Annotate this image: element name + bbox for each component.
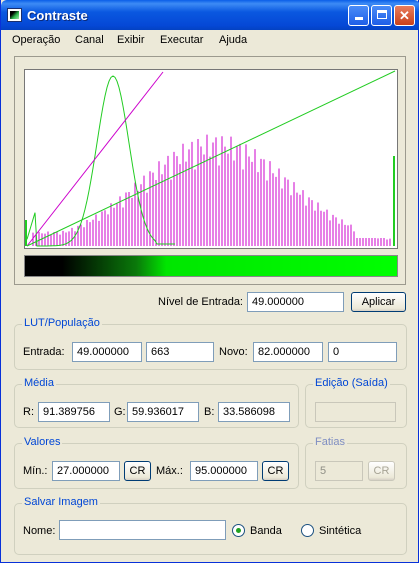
fatias-cr-button[interactable]: CR <box>368 461 395 481</box>
histogram-panel <box>14 56 406 285</box>
histogram-canvas <box>25 70 396 247</box>
lut-entrada-field[interactable]: 49.000000 <box>72 342 142 362</box>
sintetica-radio[interactable] <box>301 524 314 537</box>
histogram-plot[interactable] <box>24 69 398 249</box>
valores-max-label: Máx.: <box>156 465 183 477</box>
close-icon: ✕ <box>399 8 410 23</box>
media-title: Média <box>22 377 56 389</box>
minimize-icon <box>354 17 363 20</box>
valores-min-cr-button[interactable]: CR <box>124 461 151 481</box>
sintetica-label: Sintética <box>319 525 362 537</box>
menu-operacao[interactable]: Operação <box>12 34 60 46</box>
app-icon <box>7 8 22 22</box>
lut-entrada-label: Entrada: <box>23 346 65 358</box>
histogram-bars <box>32 134 391 246</box>
nivel-entrada-field[interactable]: 49.000000 <box>247 292 344 312</box>
media-r-label: R: <box>23 406 34 418</box>
media-b-label: B: <box>204 406 215 418</box>
contraste-window: Contraste ✕ Operação Canal Exibir Execut… <box>0 0 419 563</box>
banda-radio[interactable] <box>232 524 245 537</box>
media-g-label: G: <box>114 406 126 418</box>
lut-novo-count-field[interactable]: 0 <box>328 342 397 362</box>
fatias-field[interactable]: 5 <box>315 461 363 481</box>
edicao-field[interactable] <box>315 402 396 422</box>
valores-title: Valores <box>22 436 63 448</box>
menu-bar: Operação Canal Exibir Executar Ajuda <box>1 30 419 50</box>
valores-max-field[interactable]: 95.000000 <box>190 461 258 481</box>
maximize-button[interactable] <box>371 5 392 26</box>
menu-exibir[interactable]: Exibir <box>117 34 145 46</box>
window-title: Contraste <box>27 8 88 23</box>
salvar-nome-field[interactable] <box>59 520 226 540</box>
lut-populacao-title: LUT/População <box>22 317 102 329</box>
valores-min-field[interactable]: 27.000000 <box>52 461 120 481</box>
close-button[interactable]: ✕ <box>394 5 415 26</box>
maximize-icon <box>376 10 387 19</box>
fatias-title: Fatias <box>313 436 347 448</box>
lut-novo-label: Novo: <box>219 346 248 358</box>
minimize-button[interactable] <box>348 5 369 26</box>
title-bar[interactable]: Contraste ✕ <box>1 0 419 30</box>
valores-min-label: Mín.: <box>23 465 48 477</box>
aplicar-button[interactable]: Aplicar <box>351 292 406 312</box>
media-b-field[interactable]: 33.586098 <box>218 402 290 422</box>
menu-ajuda[interactable]: Ajuda <box>219 34 247 46</box>
salvar-nome-label: Nome: <box>23 525 56 537</box>
color-gradient-bar <box>24 255 398 277</box>
contrast-line-green <box>26 70 396 247</box>
nivel-entrada-label: Nível de Entrada: <box>158 296 243 308</box>
lut-novo-field[interactable]: 82.000000 <box>253 342 323 362</box>
salvar-imagem-title: Salvar Imagem <box>22 496 100 508</box>
contrast-line-magenta <box>26 71 164 247</box>
menu-canal[interactable]: Canal <box>75 34 104 46</box>
media-r-field[interactable]: 91.389756 <box>38 402 110 422</box>
lut-entrada-count-field[interactable]: 663 <box>146 342 214 362</box>
menu-executar[interactable]: Executar <box>160 34 203 46</box>
banda-label: Banda <box>250 525 282 537</box>
edicao-title: Edição (Saída) <box>313 377 390 389</box>
valores-max-cr-button[interactable]: CR <box>262 461 289 481</box>
media-g-field[interactable]: 59.936017 <box>127 402 199 422</box>
